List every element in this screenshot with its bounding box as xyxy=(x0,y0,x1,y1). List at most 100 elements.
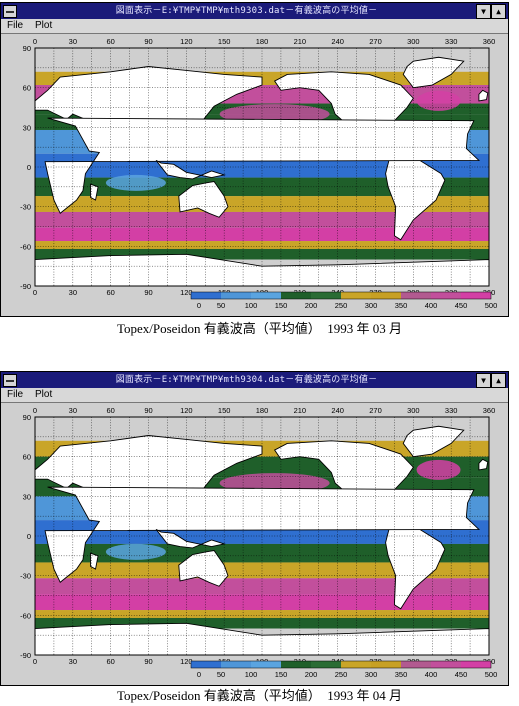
longitude-tick-label-bottom: 120 xyxy=(180,288,193,297)
map-caption: Topex/Poseidon 有義波高（平均値） 1993 年 04 月 xyxy=(116,688,403,703)
colorbar-swatch xyxy=(401,661,431,668)
ocean-band xyxy=(35,610,489,618)
ocean-band xyxy=(35,227,489,242)
menu-plot[interactable]: Plot xyxy=(35,19,52,33)
colorbar-swatch xyxy=(341,292,371,299)
longitude-tick-label-bottom: 60 xyxy=(106,288,114,297)
colorbar-label: 100 xyxy=(245,301,258,310)
latitude-tick-label: -30 xyxy=(20,203,31,212)
window-title: 図面表示－E:¥TMP¥TMP¥mth9304.dat－有義波高の平均値－ xyxy=(115,375,378,385)
colorbar-label: 250 xyxy=(335,301,348,310)
colorbar-swatch xyxy=(311,292,341,299)
colorbar-label: 150 xyxy=(275,301,288,310)
colorbar-swatch xyxy=(281,661,311,668)
plot-area: 0 30 60 90 120 150 180 210 240 270 300 330 360 0 30 60… xyxy=(1,403,508,685)
colorbar-swatch xyxy=(341,661,371,668)
maximize-button[interactable]: ▲ xyxy=(491,4,506,19)
colorbar-swatch xyxy=(371,661,401,668)
longitude-tick-label-top: 300 xyxy=(407,406,420,415)
latitude-tick-label: -60 xyxy=(20,611,31,620)
colorbar-swatch xyxy=(431,661,461,668)
longitude-tick-label-top: 210 xyxy=(294,37,307,46)
colorbar-swatch xyxy=(191,661,221,668)
colorbar-label: 450 xyxy=(455,670,468,679)
window-title: 図面表示－E:¥TMP¥TMP¥mth9303.dat－有義波高の平均値－ xyxy=(115,6,378,16)
longitude-tick-label-top: 360 xyxy=(483,406,496,415)
colorbar-label: 0 xyxy=(197,670,201,679)
menu-plot[interactable]: Plot xyxy=(35,388,52,402)
indian-ocean-zone xyxy=(105,543,166,560)
system-menu-icon[interactable] xyxy=(3,5,17,18)
plot-area: 0 30 60 90 120 150 180 210 240 270 300 330 360 0 30 60… xyxy=(1,34,508,316)
colorbar-swatch xyxy=(461,661,491,668)
app-window: 図面表示－E:¥TMP¥TMP¥mth9303.dat－有義波高の平均値－ ▼ … xyxy=(0,2,509,317)
longitude-tick-label-top: 60 xyxy=(106,37,114,46)
latitude-tick-label: -60 xyxy=(20,242,31,251)
longitude-tick-label-bottom: 120 xyxy=(180,657,193,666)
colorbar-label: 300 xyxy=(365,301,378,310)
latitude-tick-label: 0 xyxy=(27,532,31,541)
longitude-tick-label-top: 150 xyxy=(218,37,231,46)
latitude-tick-label: -30 xyxy=(20,572,31,581)
longitude-tick-label-bottom: 90 xyxy=(144,657,152,666)
latitude-tick-label: 60 xyxy=(23,453,31,462)
colorbar-label: 500 xyxy=(485,301,498,310)
colorbar-label: 50 xyxy=(217,670,225,679)
longitude-tick-label-top: 60 xyxy=(106,406,114,415)
longitude-tick-label-top: 30 xyxy=(69,406,77,415)
colorbar-label: 200 xyxy=(305,670,318,679)
system-menu-icon[interactable] xyxy=(3,374,17,387)
app-window: 図面表示－E:¥TMP¥TMP¥mth9304.dat－有義波高の平均値－ ▼ … xyxy=(0,371,509,686)
colorbar-label: 350 xyxy=(395,301,408,310)
longitude-tick-label-top: 0 xyxy=(33,37,37,46)
minimize-button[interactable]: ▼ xyxy=(476,4,491,19)
longitude-tick-label-bottom: 0 xyxy=(33,657,37,666)
colorbar-label: 0 xyxy=(197,301,201,310)
latitude-tick-label: 90 xyxy=(23,44,31,53)
colorbar-label: 150 xyxy=(275,670,288,679)
longitude-tick-label-bottom: 30 xyxy=(69,288,77,297)
longitude-tick-label-top: 120 xyxy=(180,37,193,46)
longitude-tick-label-bottom: 60 xyxy=(106,657,114,666)
colorbar-swatch xyxy=(431,292,461,299)
maximize-button[interactable]: ▲ xyxy=(491,373,506,388)
colorbar-label: 400 xyxy=(425,301,438,310)
longitude-tick-label-top: 300 xyxy=(407,37,420,46)
colorbar-swatch xyxy=(251,661,281,668)
menu-file[interactable]: File xyxy=(7,388,23,402)
menu-file[interactable]: File xyxy=(7,19,23,33)
colorbar-label: 50 xyxy=(217,301,225,310)
longitude-tick-label-top: 120 xyxy=(180,406,193,415)
colorbar-swatch xyxy=(281,292,311,299)
colorbar-swatch xyxy=(401,292,431,299)
colorbar-swatch xyxy=(221,292,251,299)
latitude-tick-label: 30 xyxy=(23,123,31,132)
wave-height-map: 0 30 60 90 120 150 180 210 240 270 300 330 360 0 30 60… xyxy=(1,403,508,685)
longitude-tick-label-bottom: 30 xyxy=(69,657,77,666)
longitude-tick-label-top: 360 xyxy=(483,37,496,46)
latitude-tick-label: -90 xyxy=(20,282,31,291)
latitude-tick-label: -90 xyxy=(20,651,31,660)
map-caption: Topex/Poseidon 有義波高（平均値） 1993 年 03 月 xyxy=(116,321,403,336)
colorbar-label: 200 xyxy=(305,301,318,310)
minimize-button[interactable]: ▼ xyxy=(476,373,491,388)
colorbar-swatch xyxy=(461,292,491,299)
colorbar-label: 100 xyxy=(245,670,258,679)
title-bar[interactable]: 図面表示－E:¥TMP¥TMP¥mth9304.dat－有義波高の平均値－ ▼ … xyxy=(1,372,508,388)
colorbar-label: 450 xyxy=(455,301,468,310)
longitude-tick-label-top: 270 xyxy=(369,406,382,415)
colorbar-swatch xyxy=(221,661,251,668)
latitude-tick-label: 0 xyxy=(27,163,31,172)
storm-track-north-atlantic xyxy=(416,90,461,111)
menu-bar: File Plot xyxy=(1,388,508,403)
longitude-tick-label-bottom: 90 xyxy=(144,288,152,297)
title-bar[interactable]: 図面表示－E:¥TMP¥TMP¥mth9303.dat－有義波高の平均値－ ▼ … xyxy=(1,3,508,19)
longitude-tick-label-top: 240 xyxy=(331,37,344,46)
colorbar-swatch xyxy=(311,661,341,668)
longitude-tick-label-top: 180 xyxy=(256,406,269,415)
latitude-tick-label: 60 xyxy=(23,84,31,93)
latitude-tick-label: 30 xyxy=(23,492,31,501)
longitude-tick-label-top: 90 xyxy=(144,406,152,415)
longitude-tick-label-top: 180 xyxy=(256,37,269,46)
colorbar-label: 300 xyxy=(365,670,378,679)
